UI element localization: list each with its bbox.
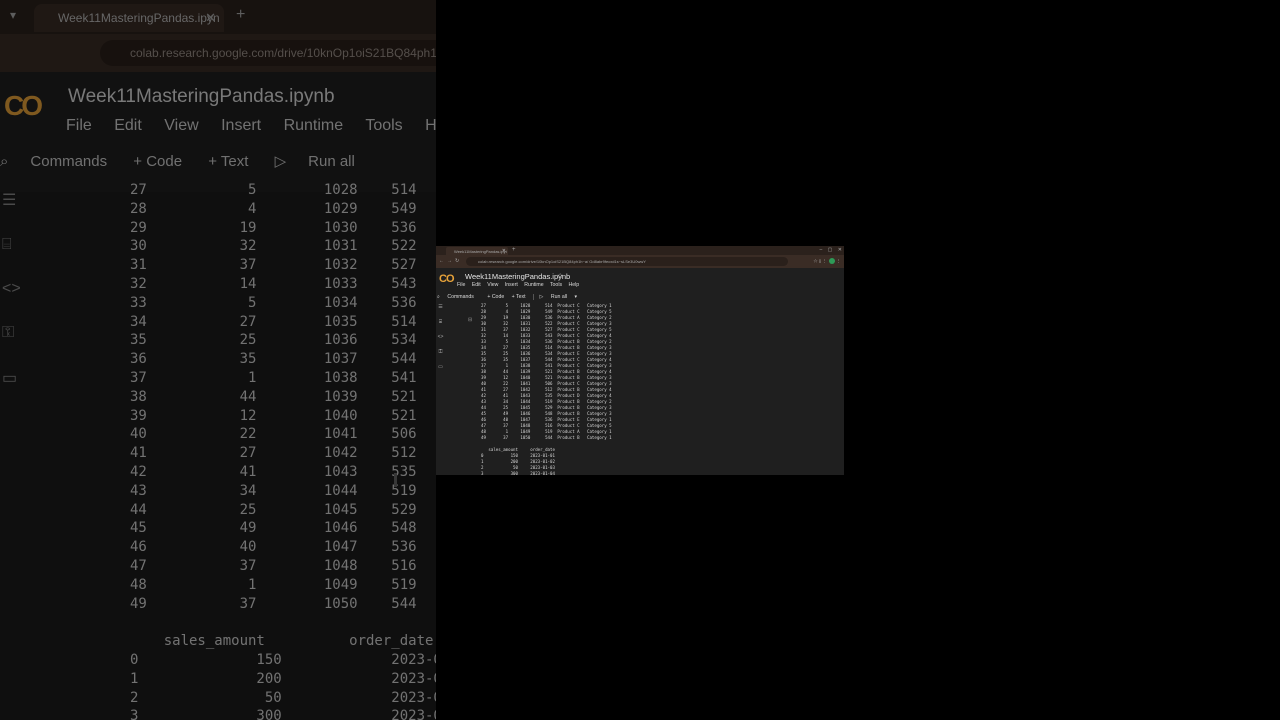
- close-icon: ✕: [205, 10, 216, 25]
- folder-icon[interactable]: ▭: [436, 364, 445, 379]
- bg-url-text: colab.research.google.com/drive/10knOp1o…: [100, 40, 436, 66]
- colab-logo[interactable]: CO: [439, 273, 454, 285]
- star-icon[interactable]: ☆: [557, 272, 563, 280]
- bg-table-row: 41 27 1042 512: [130, 445, 417, 462]
- url-field[interactable]: colab.research.google.com/drive/10knOp1o…: [466, 257, 788, 266]
- bg-table-row: 28 4 1029 549: [130, 200, 417, 217]
- menu-bar: File Edit View Insert Runtime Tools Help: [457, 282, 584, 288]
- avatar: [828, 258, 835, 264]
- run-all-button[interactable]: ▷ Run all ▾: [539, 294, 583, 300]
- bg-table-row: 46 40 1047 536: [130, 539, 417, 556]
- bg-table-row: 29 19 1030 536: [130, 219, 417, 236]
- bg-table-row: 44 25 1045 529: [130, 501, 417, 518]
- menu-file[interactable]: File: [457, 282, 465, 288]
- reload-button[interactable]: ↻: [455, 258, 459, 264]
- close-tab-icon[interactable]: ✕: [502, 248, 506, 254]
- bg-table-row: 31 37 1032 527: [130, 257, 417, 274]
- find-icon: ⌸: [2, 236, 12, 253]
- browser-tab[interactable]: Week11MasteringPandas.ipyt ✕: [446, 247, 508, 255]
- address-bar: ← → ↻ colab.research.google.com/drive/10…: [436, 255, 844, 268]
- tab-bar: Week11MasteringPandas.ipyt ✕ + – ▢ ✕: [436, 246, 844, 255]
- bg-toolbar: ⌕ Commands + Code + Text ▷ Run all: [0, 153, 355, 170]
- table-row: 49 37 1050 544 Product B Category 1: [481, 435, 612, 440]
- bg-table-row: 35 25 1036 534: [130, 332, 417, 349]
- menu-insert[interactable]: Insert: [505, 282, 518, 288]
- forward-button[interactable]: →: [447, 258, 452, 264]
- bg-table-row: 32 14 1033 543: [130, 275, 417, 292]
- bg-table-row: 43 34 1044 519: [130, 482, 417, 499]
- code-icon: <>: [2, 280, 21, 297]
- bg-address-bar: ← → ↻ colab.research.google.com/drive/10…: [0, 34, 436, 93]
- toc-icon: ☰: [2, 192, 17, 209]
- bg-table-row: 2 50 2023-01-03: [130, 689, 436, 706]
- bg-notebook-title: Week11MasteringPandas.ipynb: [68, 86, 335, 107]
- window-controls[interactable]: – ▢ ✕: [820, 247, 842, 253]
- play-icon: ▷: [274, 153, 287, 170]
- code-snippets-icon[interactable]: <>: [436, 334, 445, 349]
- bg-table-row: 40 22 1041 506: [130, 426, 417, 443]
- menu-help[interactable]: Help: [569, 282, 580, 288]
- bg-table-row: 0 150 2023-01-01: [130, 651, 436, 668]
- bg-table-row: 1 200 2023-01-02: [130, 670, 436, 687]
- bg-table-row: 34 27 1035 514: [130, 313, 417, 330]
- bg-table-row: 37 1 1038 541: [130, 369, 417, 386]
- bg-table-row: 30 32 1031 522: [130, 238, 417, 255]
- bg-table-row: 49 37 1050 544: [130, 595, 417, 612]
- tab-title: Week11MasteringPandas.ipyt: [454, 249, 507, 254]
- table-row: 3 300 2023-01-04: [481, 471, 555, 475]
- menu-runtime[interactable]: Runtime: [524, 282, 543, 288]
- menu-tools[interactable]: Tools: [550, 282, 562, 288]
- colab-browser-window: Week11MasteringPandas.ipyt ✕ + – ▢ ✕ ← →…: [436, 246, 844, 475]
- sidebar: ☰ ⌸ <> ⚿ ▭: [436, 304, 445, 379]
- add-text-button[interactable]: + Text: [512, 294, 526, 300]
- commands-button[interactable]: ⌕ Commands: [437, 294, 480, 300]
- new-tab-button[interactable]: +: [512, 247, 516, 253]
- text-cursor: [394, 473, 397, 487]
- background-zoom-panel: ▾ Week11MasteringPandas.ipyn ✕ + ← → ↻ c…: [0, 0, 436, 720]
- bg-output-rows: 27 5 1028 514 28 4 1029 549 29 19 1030 536…: [130, 182, 436, 720]
- bg-table-row: 39 12 1040 521: [130, 407, 417, 424]
- menu-edit[interactable]: Edit: [472, 282, 481, 288]
- bg-menu-bar: File Edit View Insert Runtime Tools Help: [66, 117, 436, 134]
- bg-browser-tab: Week11MasteringPandas.ipyn ✕: [34, 4, 224, 32]
- toc-icon[interactable]: ☰: [436, 304, 445, 319]
- bg-tab-title: Week11MasteringPandas.ipyn: [58, 11, 220, 25]
- new-tab-icon: +: [236, 6, 246, 23]
- bg-sidebar: ☰ ⌸ <> ⚿ ▭: [0, 190, 34, 414]
- chevron-down-icon: ▾: [10, 8, 17, 22]
- bg-table-header: sales_amount order_date: [130, 633, 434, 650]
- toolbar: ⌕ Commands + Code + Text ▷ Run all ▾: [437, 294, 589, 301]
- notebook-title[interactable]: Week11MasteringPandas.ipynb: [465, 272, 570, 281]
- output-actions-icon[interactable]: ⊟: [468, 317, 472, 323]
- add-code-button[interactable]: + Code: [487, 294, 504, 300]
- bg-table-row: 36 35 1037 544: [130, 351, 417, 368]
- bg-table-row: 45 49 1046 548: [130, 520, 417, 537]
- bg-table-row: 33 5 1034 536: [130, 294, 417, 311]
- find-icon[interactable]: ⌸: [436, 319, 445, 334]
- bg-table-row: 47 37 1048 516: [130, 557, 417, 574]
- secrets-icon[interactable]: ⚿: [436, 349, 445, 364]
- bg-table-row: 38 44 1039 521: [130, 388, 417, 405]
- search-icon: ⌕: [0, 153, 9, 170]
- bg-table-row: 48 1 1049 519: [130, 576, 417, 593]
- sales-dataframe-output: sales_amount order_date 0 150 2023-01-01 1…: [481, 447, 555, 475]
- dataframe-output: 27 5 1028 514 Product C Category 1 28 4 1…: [481, 303, 612, 441]
- menu-view[interactable]: View: [487, 282, 498, 288]
- search-icon: ⌕: [437, 294, 440, 301]
- play-icon: ▷: [539, 294, 544, 301]
- bg-tab-bar: ▾ Week11MasteringPandas.ipyn ✕ +: [0, 0, 436, 34]
- back-button[interactable]: ←: [439, 258, 444, 264]
- bg-table-row: 27 5 1028 514: [130, 182, 417, 198]
- key-icon: ⚿: [2, 324, 15, 341]
- bg-table-row: 42 41 1043 535: [130, 463, 417, 480]
- chevron-down-icon: ▾: [574, 294, 578, 301]
- colab-logo: CO: [4, 90, 43, 121]
- browser-actions[interactable]: ☆ ⭳ ⋮ ⋮: [813, 258, 841, 266]
- bg-table-row: 3 300 2023-01-04: [130, 708, 436, 720]
- folder-icon: ▭: [2, 370, 18, 387]
